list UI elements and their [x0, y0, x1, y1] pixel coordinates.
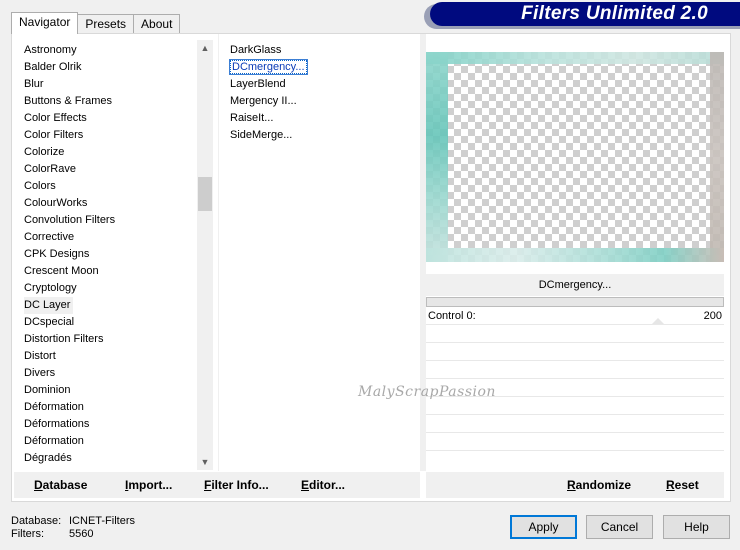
- filter-item[interactable]: SideMerge...: [230, 127, 410, 144]
- filter-item[interactable]: RaiseIt...: [230, 110, 410, 127]
- navigator-button-bar: Database Import... Filter Info... Editor…: [14, 472, 420, 498]
- category-item[interactable]: Dominion: [24, 382, 200, 399]
- help-button[interactable]: Help: [663, 515, 730, 539]
- category-item[interactable]: ColourWorks: [24, 195, 200, 212]
- list-divider: [218, 34, 219, 471]
- category-item[interactable]: DC Layer: [24, 297, 200, 314]
- category-item[interactable]: Déformation: [24, 399, 200, 416]
- category-item[interactable]: Colors: [24, 178, 200, 195]
- filter-item-label: DarkGlass: [230, 44, 282, 56]
- watermark-logo: MalyScrapPassion: [358, 384, 496, 400]
- control-0-value: 200: [703, 310, 722, 322]
- category-item[interactable]: Colorize: [24, 144, 200, 161]
- category-item[interactable]: Buttons & Frames: [24, 93, 200, 110]
- control-0-label: Control 0:: [428, 310, 476, 322]
- database-status-label: Database:: [11, 515, 62, 527]
- scroll-down-icon[interactable]: ▼: [197, 454, 213, 470]
- control-row: [426, 434, 724, 451]
- category-item[interactable]: Distortion Filters: [24, 331, 200, 348]
- filter-item[interactable]: DCmergency...: [229, 59, 410, 76]
- category-item[interactable]: Corrective: [24, 229, 200, 246]
- category-item[interactable]: Divers: [24, 365, 200, 382]
- randomize-button[interactable]: Randomize: [567, 472, 631, 498]
- category-item[interactable]: DCspecial: [24, 314, 200, 331]
- progress-bar: [426, 297, 724, 307]
- category-item-selected[interactable]: DC Layer: [24, 297, 74, 314]
- control-0-row[interactable]: Control 0: 200: [426, 308, 724, 325]
- status-info: Database: ICNET-Filters Filters: 5560: [11, 515, 135, 541]
- control-row: [426, 326, 724, 343]
- category-item[interactable]: Convolution Filters: [24, 212, 200, 229]
- category-item[interactable]: CPK Designs: [24, 246, 200, 263]
- filter-item-label: DCmergency...: [229, 59, 308, 75]
- category-item[interactable]: Color Effects: [24, 110, 200, 127]
- editor-button[interactable]: Editor...: [301, 472, 345, 498]
- category-item[interactable]: Color Filters: [24, 127, 200, 144]
- scroll-up-icon[interactable]: ▲: [197, 40, 213, 56]
- category-item[interactable]: Distort: [24, 348, 200, 365]
- filter-item-label: LayerBlend: [230, 78, 286, 90]
- filter-info-button[interactable]: Filter Info...: [204, 472, 269, 498]
- reset-button[interactable]: Reset: [666, 472, 699, 498]
- filter-list[interactable]: DarkGlass DCmergency... LayerBlend Mergency…: [229, 42, 410, 144]
- preview-frame: [426, 52, 724, 262]
- category-item[interactable]: Astronomy: [24, 42, 200, 59]
- preview-edge-top: [426, 52, 724, 64]
- category-scrollbar[interactable]: ▲ ▼: [197, 40, 213, 470]
- filter-item[interactable]: Mergency II...: [230, 93, 410, 110]
- control-row: [426, 398, 724, 415]
- filter-item-label: Mergency II...: [230, 95, 297, 107]
- scrollbar-thumb[interactable]: [198, 177, 212, 211]
- filters-count-label: Filters:: [11, 528, 44, 540]
- preview-edge-right: [710, 52, 724, 262]
- control-row: [426, 344, 724, 361]
- preview-button-bar: Randomize Reset: [426, 472, 724, 498]
- category-item[interactable]: Déformations: [24, 416, 200, 433]
- cancel-button[interactable]: Cancel: [586, 515, 653, 539]
- category-item[interactable]: ColorRave: [24, 161, 200, 178]
- category-item[interactable]: Déformation: [24, 433, 200, 450]
- tab-navigator[interactable]: Navigator: [11, 12, 79, 34]
- filter-item-label: SideMerge...: [230, 129, 293, 141]
- filters-count-value: 5560: [69, 528, 94, 540]
- category-item[interactable]: Balder Olrik: [24, 59, 200, 76]
- preview-edge-bottom: [426, 248, 724, 262]
- tab-about[interactable]: About: [133, 14, 181, 34]
- category-item[interactable]: Crescent Moon: [24, 263, 200, 280]
- filter-item-label: RaiseIt...: [230, 112, 274, 124]
- category-list[interactable]: Astronomy Balder Olrik Blur Buttons & Frame…: [24, 42, 200, 472]
- category-item[interactable]: Dégradés: [24, 450, 200, 467]
- selected-filter-title: DCmergency...: [426, 274, 724, 296]
- preview-edge-left: [426, 52, 448, 262]
- apply-button[interactable]: Apply: [510, 515, 577, 539]
- database-status-value: ICNET-Filters: [69, 515, 135, 527]
- filter-item[interactable]: LayerBlend: [230, 76, 410, 93]
- control-row: [426, 362, 724, 379]
- database-button[interactable]: Database: [34, 472, 87, 498]
- tab-presets[interactable]: Presets: [77, 14, 135, 34]
- category-item[interactable]: Cryptology: [24, 280, 200, 297]
- navigator-panel: Astronomy Balder Olrik Blur Buttons & Frame…: [11, 33, 731, 502]
- preview-canvas: [426, 52, 724, 262]
- import-button[interactable]: Import...: [125, 472, 172, 498]
- tab-strip: Navigator Presets About: [11, 12, 181, 34]
- filter-item[interactable]: DarkGlass: [230, 42, 410, 59]
- category-item[interactable]: Blur: [24, 76, 200, 93]
- slider-marker-icon[interactable]: [652, 318, 664, 324]
- app-title-banner: Filters Unlimited 2.0: [430, 2, 740, 26]
- control-row: [426, 416, 724, 433]
